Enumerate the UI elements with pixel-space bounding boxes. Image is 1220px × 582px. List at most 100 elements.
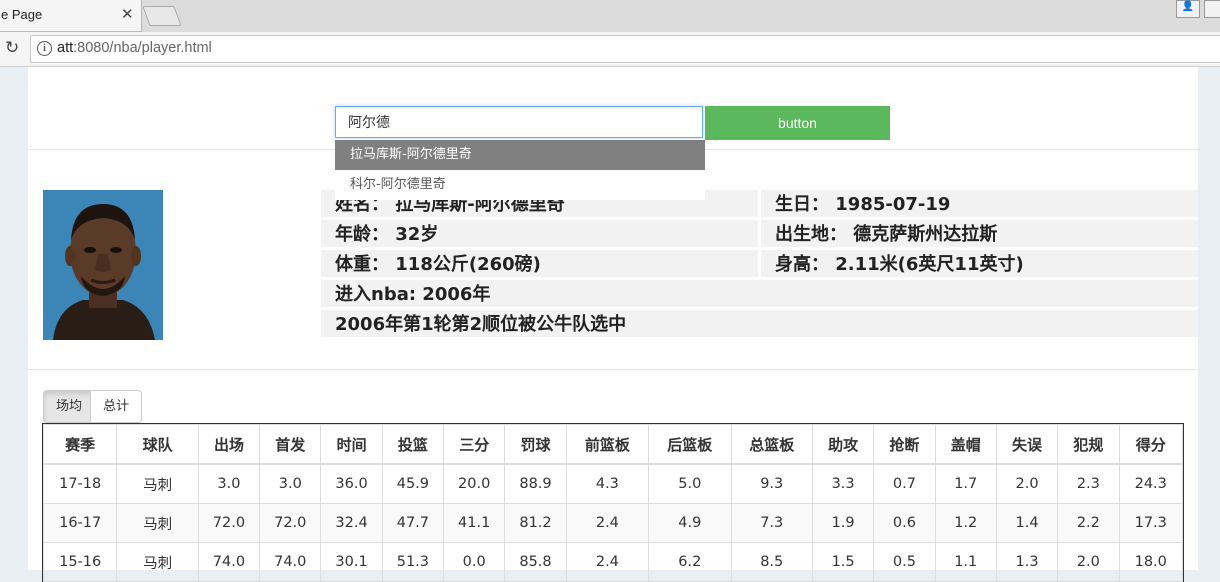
table-cell: 36.0 <box>320 463 383 504</box>
table-cell: 5.0 <box>648 463 732 504</box>
new-tab-button[interactable] <box>142 6 182 26</box>
table-cell: 马刺 <box>116 503 199 543</box>
table-cell: 0.6 <box>873 503 936 543</box>
table-cell: 8.5 <box>730 542 813 582</box>
player-draft: 2006年第1轮第2顺位被公牛队选中 <box>321 310 1198 337</box>
table-cell: 0.7 <box>873 463 936 504</box>
autocomplete-dropdown: 拉马库斯-阿尔德里奇 科尔-阿尔德里奇 <box>335 140 705 200</box>
tab-title: e Page <box>1 7 43 22</box>
column-header: 后篮板 <box>648 424 732 465</box>
table-cell: 24.3 <box>1118 463 1183 504</box>
stats-table: 赛季 球队 出场 首发 时间 投篮 三分 罚球 前篮板 后篮板 总篮板 助攻 抢断 盖帽 失误 犯规 得分 17… <box>42 423 1184 582</box>
column-header: 三分 <box>443 424 506 465</box>
search-button[interactable]: button <box>705 106 890 140</box>
table-row: 16-17 马刺 72.0 72.0 32.4 47.7 41.1 81.2 2.4 4.9 7.3… <box>42 503 1183 543</box>
column-header: 投篮 <box>381 424 445 465</box>
column-header: 首发 <box>259 424 322 465</box>
table-cell: 2.0 <box>1057 542 1120 582</box>
search-input[interactable] <box>335 106 703 138</box>
table-cell: 88.9 <box>504 463 567 504</box>
player-nba-entry: 进入nba: 2006年 <box>321 280 1198 307</box>
player-photo <box>43 190 163 340</box>
table-cell: 16-17 <box>42 503 118 543</box>
player-birthday: 生日： 1985-07-19 <box>761 190 1198 217</box>
url-host: att <box>57 40 74 56</box>
table-cell: 4.9 <box>648 503 732 543</box>
column-header: 出场 <box>197 424 261 465</box>
table-cell: 1.7 <box>934 463 997 504</box>
player-age: 年龄： 32岁 <box>321 220 758 247</box>
player-birthplace: 出生地： 德克萨斯州达拉斯 <box>761 220 1198 247</box>
url-path: :8080/nba/player.html <box>73 40 212 56</box>
column-header: 时间 <box>320 424 383 465</box>
table-cell: 2.4 <box>565 503 650 543</box>
column-header: 罚球 <box>504 424 567 465</box>
table-row: 17-18 马刺 3.0 3.0 36.0 45.9 20.0 88.9 4.3 5.0 9.3 3.… <box>42 463 1183 504</box>
table-cell: 15-16 <box>42 542 118 582</box>
stat-mode-tabs: 场均 总计 <box>43 390 143 423</box>
suggestion-item[interactable]: 科尔-阿尔德里奇 <box>335 170 705 200</box>
browser-tab[interactable]: e Page ✕ <box>0 0 142 32</box>
close-icon[interactable]: ✕ <box>121 5 134 23</box>
column-header: 失误 <box>995 424 1059 465</box>
table-cell: 2.2 <box>1057 503 1120 543</box>
window-minimize-button[interactable] <box>1204 0 1220 18</box>
table-cell: 47.7 <box>381 503 445 543</box>
table-cell: 1.1 <box>934 542 997 582</box>
table-cell: 9.3 <box>730 463 813 504</box>
column-header: 总篮板 <box>730 424 813 465</box>
url-text[interactable]: att:8080/nba/player.html <box>57 40 212 56</box>
table-cell: 马刺 <box>116 463 199 504</box>
player-weight: 体重： 118公斤(260磅) <box>321 250 758 277</box>
table-cell: 3.0 <box>197 463 261 504</box>
table-cell: 3.3 <box>811 463 875 504</box>
table-cell: 1.4 <box>995 503 1059 543</box>
table-cell: 72.0 <box>259 503 322 543</box>
table-cell: 45.9 <box>381 463 445 504</box>
table-cell: 74.0 <box>197 542 261 582</box>
profile-icon[interactable]: 👤 <box>1176 0 1200 18</box>
browser-tabstrip: e Page ✕ 👤 <box>0 0 1220 32</box>
url-field[interactable]: i att:8080/nba/player.html <box>30 35 1220 63</box>
tab-per-game[interactable]: 场均 <box>43 390 96 423</box>
table-cell: 6.2 <box>648 542 732 582</box>
column-header: 前篮板 <box>565 424 650 465</box>
suggestion-item[interactable]: 拉马库斯-阿尔德里奇 <box>335 140 705 170</box>
page-content: button 拉马库斯-阿尔德里奇 科尔-阿尔德里奇 姓名： 拉马库斯-阿尔德里… <box>28 67 1198 582</box>
table-cell: 1.9 <box>811 503 875 543</box>
table-cell: 20.0 <box>443 463 506 504</box>
table-cell: 51.3 <box>381 542 445 582</box>
table-cell: 74.0 <box>259 542 322 582</box>
info-icon[interactable]: i <box>37 41 52 56</box>
table-cell: 30.1 <box>320 542 383 582</box>
column-header: 得分 <box>1118 424 1183 465</box>
column-header: 赛季 <box>42 424 118 465</box>
player-height: 身高： 2.11米(6英尺11英寸) <box>761 250 1198 277</box>
table-cell: 85.8 <box>504 542 567 582</box>
column-header: 球队 <box>116 424 199 465</box>
table-cell: 32.4 <box>320 503 383 543</box>
table-cell: 7.3 <box>730 503 813 543</box>
table-cell: 4.3 <box>565 463 650 504</box>
table-cell: 1.5 <box>811 542 875 582</box>
table-cell: 1.2 <box>934 503 997 543</box>
divider <box>28 369 1198 370</box>
column-header: 盖帽 <box>934 424 997 465</box>
table-cell: 72.0 <box>197 503 261 543</box>
tab-totals[interactable]: 总计 <box>90 390 143 423</box>
table-cell: 1.3 <box>995 542 1059 582</box>
table-header-row: 赛季 球队 出场 首发 时间 投篮 三分 罚球 前篮板 后篮板 总篮板 助攻 抢断 盖帽 失误 犯规 得分 <box>42 424 1183 465</box>
table-cell: 3.0 <box>259 463 322 504</box>
table-cell: 17.3 <box>1118 503 1183 543</box>
address-bar: ↻ i att:8080/nba/player.html <box>0 32 1220 67</box>
column-header: 犯规 <box>1057 424 1120 465</box>
reload-icon[interactable]: ↻ <box>5 38 19 58</box>
table-cell: 81.2 <box>504 503 567 543</box>
table-cell: 2.0 <box>995 463 1059 504</box>
table-cell: 41.1 <box>443 503 506 543</box>
table-cell: 18.0 <box>1118 542 1183 582</box>
table-row: 15-16 马刺 74.0 74.0 30.1 51.3 0.0 85.8 2.4 6.2 8.5 1… <box>42 542 1183 582</box>
table-cell: 马刺 <box>116 542 199 582</box>
column-header: 抢断 <box>873 424 936 465</box>
column-header: 助攻 <box>811 424 875 465</box>
